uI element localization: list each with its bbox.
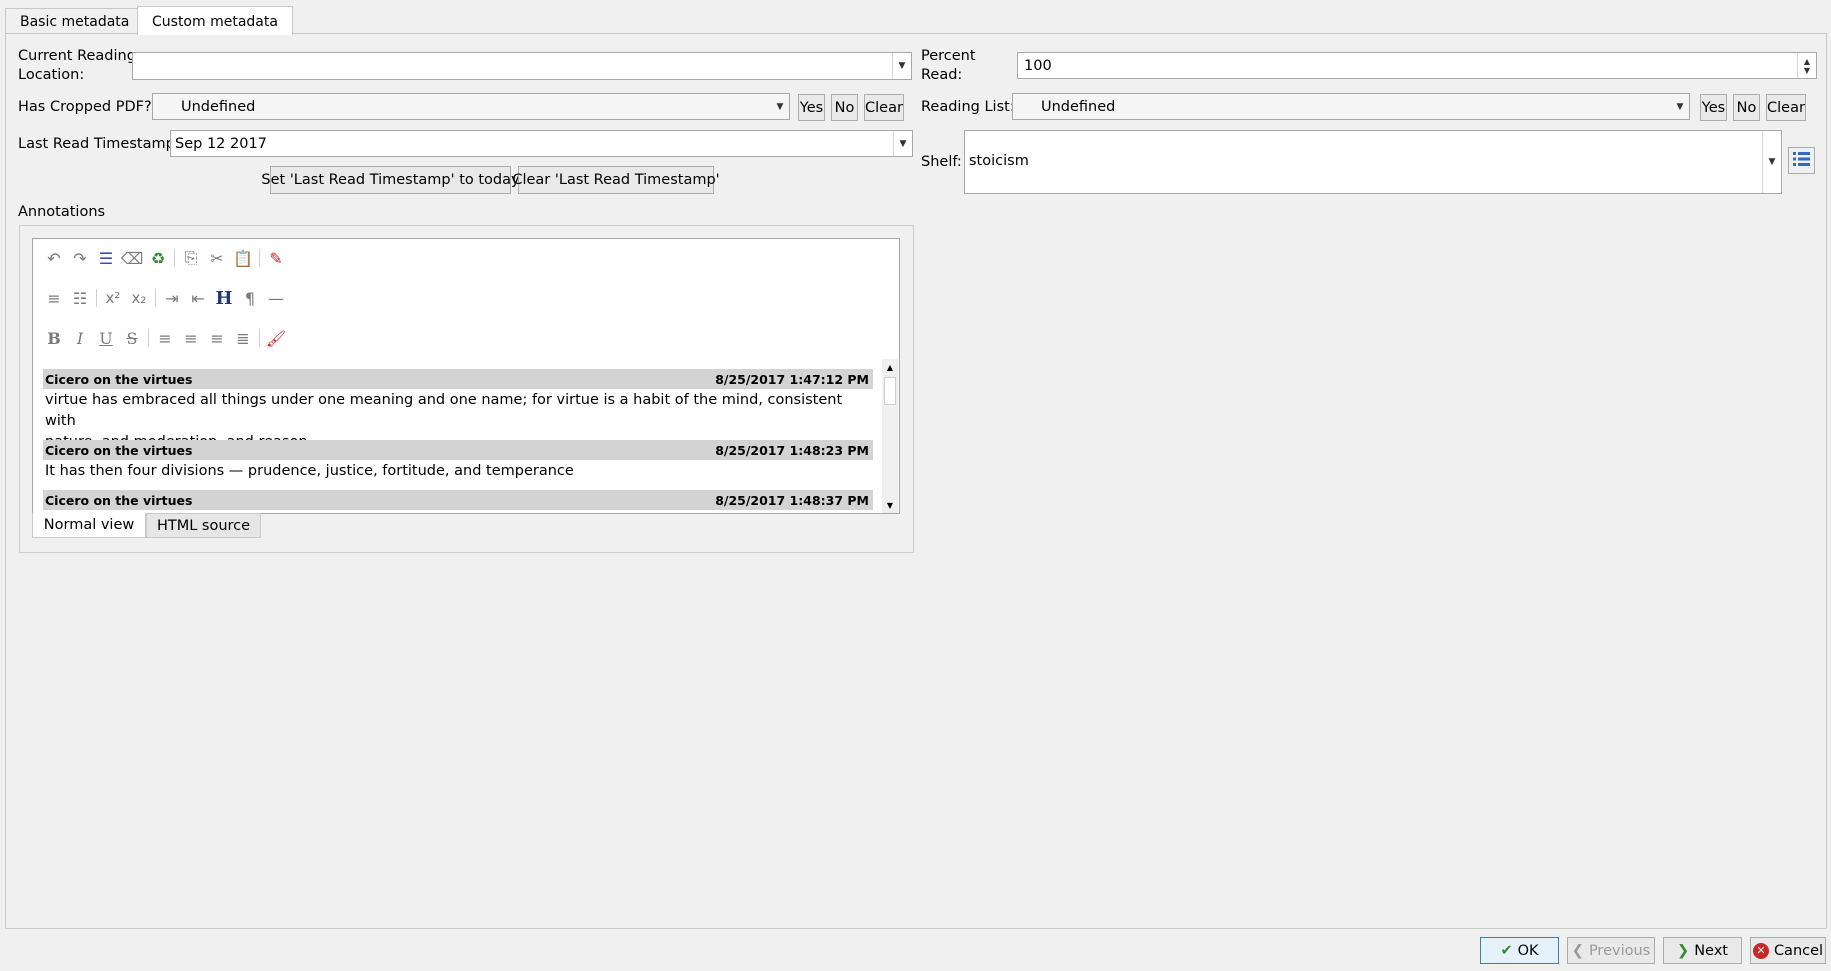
list-icon	[1792, 150, 1812, 172]
current-reading-location-input[interactable]: ▼	[132, 52, 912, 80]
strikethrough-icon[interactable]: S	[119, 325, 145, 351]
shelf-list-editor-button[interactable]	[1788, 147, 1815, 174]
align-left-icon[interactable]: ≡	[152, 325, 178, 351]
background-color-icon[interactable]: ✎	[263, 245, 289, 271]
undo-icon[interactable]: ↶	[41, 245, 67, 271]
justify-icon[interactable]: ≣	[230, 325, 256, 351]
align-right-icon[interactable]: ≡	[204, 325, 230, 351]
underline-icon[interactable]: U	[93, 325, 119, 351]
horizontal-rule-icon[interactable]: —	[263, 285, 289, 311]
tab-basic-metadata[interactable]: Basic metadata	[5, 8, 145, 34]
set-last-read-today-button[interactable]: Set 'Last Read Timestamp' to today	[261, 166, 520, 194]
scrollbar-thumb[interactable]	[884, 377, 896, 405]
tab-custom-metadata[interactable]: Custom metadata	[137, 6, 293, 35]
redo-icon[interactable]: ↷	[67, 245, 93, 271]
has-cropped-pdf-label: Has Cropped PDF?:	[18, 99, 157, 115]
cut-icon[interactable]: ✂	[204, 245, 230, 271]
spin-arrows-icon[interactable]: ▲ ▼	[1797, 53, 1816, 78]
italic-icon[interactable]: I	[67, 325, 93, 351]
previous-button[interactable]: ❮ Previous	[1567, 937, 1655, 964]
annotations-label: Annotations	[18, 204, 106, 220]
cancel-button[interactable]: ✕ Cancel	[1750, 937, 1826, 964]
superscript-icon[interactable]: x²	[100, 285, 126, 311]
annotation-text: It has then four divisions — prudence, j…	[45, 463, 574, 479]
chevron-down-icon[interactable]: ▼	[893, 131, 912, 156]
annotation-header: Cicero on the virtues 8/25/2017 1:47:12 P…	[43, 369, 873, 389]
scroll-down-icon[interactable]: ▼	[882, 497, 898, 513]
subscript-icon[interactable]: x₂	[126, 285, 152, 311]
editor-toolbar-row-3: B I U S ≡ ≡ ≡ ≣ 🖌	[41, 325, 289, 351]
chevron-down-icon[interactable]: ▼	[1762, 131, 1781, 193]
recycle-icon[interactable]: ♻	[145, 245, 171, 271]
select-all-icon[interactable]: ☰	[93, 245, 119, 271]
clear-last-read-button[interactable]: Clear 'Last Read Timestamp'	[512, 166, 720, 194]
paste-icon[interactable]: 📋	[230, 245, 256, 271]
tab-html-source[interactable]: HTML source	[146, 513, 261, 538]
reading-list-label: Reading List:	[921, 99, 1015, 115]
reading-list-clear-button[interactable]: Clear	[1766, 94, 1806, 121]
percent-read-label: Percent Read:	[921, 48, 976, 83]
tab-normal-view[interactable]: Normal view	[32, 513, 146, 538]
annotation-header: Cicero on the virtues 8/25/2017 1:48:37 P…	[43, 490, 873, 510]
text-color-icon[interactable]: 🖌	[263, 325, 289, 351]
reading-list-yes-button[interactable]: Yes	[1700, 94, 1727, 121]
chevron-left-icon: ❮	[1571, 942, 1584, 959]
unordered-list-icon[interactable]: ☷	[67, 285, 93, 311]
reading-list-no-button[interactable]: No	[1733, 94, 1760, 121]
last-read-timestamp-input[interactable]: Sep 12 2017 ▼	[170, 130, 913, 157]
has-cropped-pdf-select[interactable]: Undefined ▼	[152, 93, 790, 120]
eraser-icon[interactable]: ⌫	[119, 245, 145, 271]
shelf-input[interactable]: stoicism ▼	[964, 130, 1782, 194]
annotation-header: Cicero on the virtues 8/25/2017 1:48:23 P…	[43, 440, 873, 460]
current-reading-location-label: Current Reading Location:	[18, 48, 136, 83]
has-cropped-pdf-no-button[interactable]: No	[831, 94, 858, 121]
annotations-scrollbar[interactable]: ▲ ▼	[882, 359, 898, 513]
copy-icon[interactable]: ⎘	[178, 245, 204, 271]
chevron-down-icon[interactable]: ▼	[771, 94, 789, 119]
checkmark-icon: ✔	[1500, 942, 1513, 959]
percent-read-spinbox[interactable]: 100 ▲ ▼	[1017, 52, 1817, 79]
align-center-icon[interactable]: ≡	[178, 325, 204, 351]
reading-list-select[interactable]: Undefined ▼	[1012, 93, 1690, 120]
ordered-list-icon[interactable]: ≡	[41, 285, 67, 311]
last-read-timestamp-label: Last Read Timestamp:	[18, 136, 180, 152]
has-cropped-pdf-yes-button[interactable]: Yes	[798, 94, 825, 121]
indent-icon[interactable]: ⇥	[159, 285, 185, 311]
chevron-down-icon[interactable]: ▼	[892, 53, 911, 79]
close-icon: ✕	[1752, 942, 1769, 959]
ok-button[interactable]: ✔ OK	[1480, 937, 1559, 964]
paragraph-icon[interactable]: ¶	[237, 285, 263, 311]
has-cropped-pdf-clear-button[interactable]: Clear	[864, 94, 904, 121]
editor-toolbar-row-2: ≡ ☷ x² x₂ ⇥ ⇤ H ¶ —	[41, 285, 289, 311]
chevron-down-icon[interactable]: ▼	[1671, 94, 1689, 119]
heading-icon[interactable]: H	[211, 285, 237, 311]
next-button[interactable]: ❯ Next	[1663, 937, 1742, 964]
bold-icon[interactable]: B	[41, 325, 67, 351]
annotations-editor[interactable]: ↶ ↷ ☰ ⌫ ♻ ⎘ ✂ 📋 ✎ ≡ ☷ x² x₂ ⇥ ⇤ H ¶ — B …	[32, 238, 900, 514]
outdent-icon[interactable]: ⇤	[185, 285, 211, 311]
shelf-label: Shelf:	[921, 154, 962, 170]
scroll-up-icon[interactable]: ▲	[882, 359, 898, 375]
chevron-right-icon: ❯	[1677, 942, 1690, 959]
editor-toolbar-row-1: ↶ ↷ ☰ ⌫ ♻ ⎘ ✂ 📋 ✎	[41, 245, 289, 271]
